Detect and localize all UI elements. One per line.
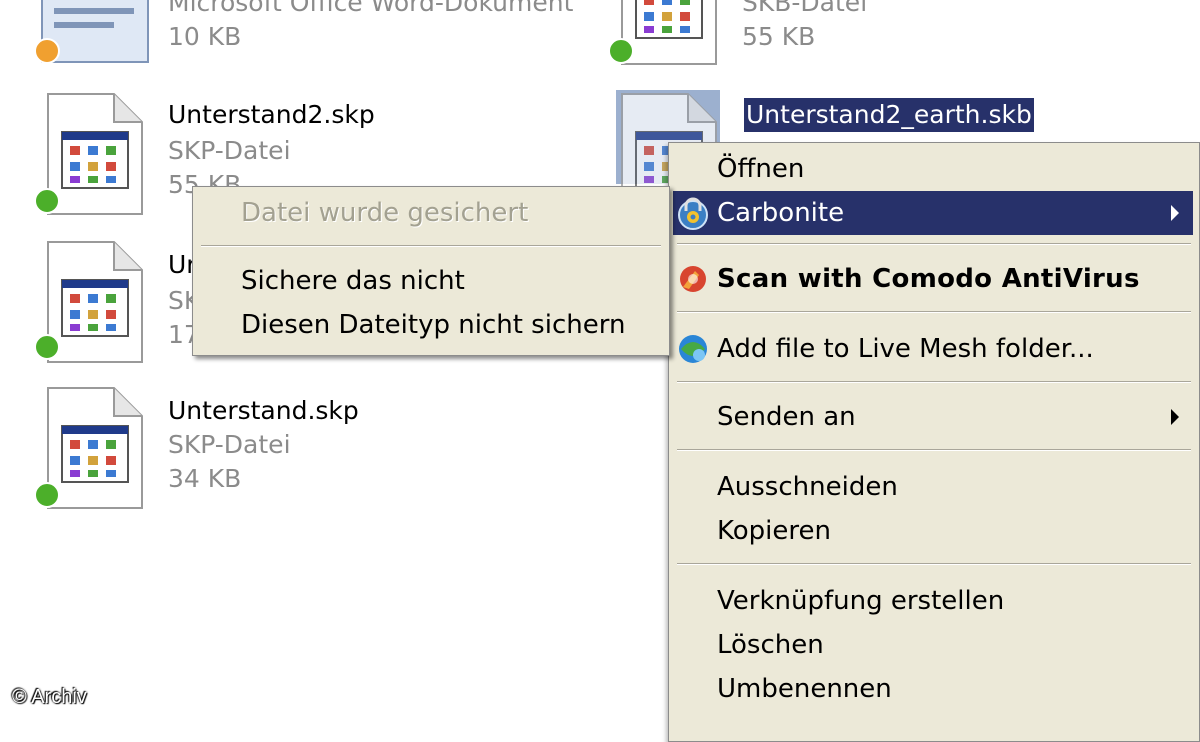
submenu-item-file-backed-up: Datei wurde gesichert bbox=[197, 191, 663, 235]
menu-separator bbox=[677, 243, 1191, 245]
menu-item-scan-comodo[interactable]: Scan with Comodo AntiVirus bbox=[673, 257, 1193, 301]
menu-item-copy[interactable]: Kopieren bbox=[673, 509, 1193, 553]
menu-separator bbox=[677, 563, 1191, 565]
menu-item-label: Carbonite bbox=[717, 198, 845, 228]
submenu-item-do-not-back-up-type[interactable]: Diesen Dateityp nicht sichern bbox=[197, 303, 663, 347]
comodo-antivirus-icon bbox=[680, 266, 706, 292]
sync-pending-icon bbox=[34, 38, 60, 64]
sync-ok-icon bbox=[34, 334, 60, 360]
file-type: Microsoft Office Word-Dokument bbox=[168, 0, 574, 17]
file-name: Unterstand2.skp bbox=[168, 100, 375, 129]
carbonite-submenu: Datei wurde gesichert Sichere das nicht … bbox=[192, 186, 670, 356]
menu-item-carbonite[interactable]: Carbonite bbox=[673, 191, 1193, 235]
file-type: SKP-Datei bbox=[168, 136, 291, 165]
menu-item-label: Verknüpfung erstellen bbox=[717, 586, 1005, 616]
menu-item-rename[interactable]: Umbenennen bbox=[673, 667, 1193, 711]
context-menu: Öffnen Carbonite Scan with Comodo AntiVi… bbox=[668, 142, 1200, 742]
menu-item-label: Umbenennen bbox=[717, 674, 892, 704]
menu-item-label: Kopieren bbox=[717, 516, 831, 546]
file-name: Unterstand.skp bbox=[168, 396, 359, 425]
menu-item-label: Senden an bbox=[717, 402, 856, 432]
sync-ok-icon bbox=[34, 188, 60, 214]
file-size: 55 KB bbox=[742, 22, 816, 51]
menu-item-label: Diesen Dateityp nicht sichern bbox=[241, 310, 626, 340]
live-mesh-icon bbox=[679, 335, 707, 363]
menu-item-open[interactable]: Öffnen bbox=[673, 147, 1193, 191]
menu-separator bbox=[201, 245, 661, 247]
carbonite-icon bbox=[678, 197, 708, 230]
menu-separator bbox=[677, 311, 1191, 313]
file-type: SKB-Datei bbox=[742, 0, 868, 17]
copyright-watermark: © Archiv bbox=[12, 686, 87, 708]
sync-ok-icon bbox=[608, 38, 634, 64]
submenu-arrow-icon bbox=[1171, 205, 1179, 221]
submenu-arrow-icon bbox=[1171, 409, 1179, 425]
menu-item-label: Löschen bbox=[717, 630, 824, 660]
menu-separator bbox=[677, 381, 1191, 383]
file-type: SKP-Datei bbox=[168, 430, 291, 459]
file-size: 10 KB bbox=[168, 22, 242, 51]
menu-item-create-shortcut[interactable]: Verknüpfung erstellen bbox=[673, 579, 1193, 623]
submenu-item-do-not-back-up[interactable]: Sichere das nicht bbox=[197, 259, 663, 303]
menu-item-live-mesh[interactable]: Add file to Live Mesh folder... bbox=[673, 327, 1193, 371]
sync-ok-icon bbox=[34, 482, 60, 508]
menu-item-delete[interactable]: Löschen bbox=[673, 623, 1193, 667]
menu-item-label: Öffnen bbox=[717, 154, 805, 184]
file-size: 34 KB bbox=[168, 464, 242, 493]
menu-item-label: Sichere das nicht bbox=[241, 266, 465, 296]
file-name: Unterstand2_earth.skb bbox=[744, 98, 1034, 132]
menu-item-label: Ausschneiden bbox=[717, 472, 898, 502]
menu-separator bbox=[677, 449, 1191, 451]
menu-item-label: Scan with Comodo AntiVirus bbox=[717, 264, 1140, 294]
menu-item-label: Add file to Live Mesh folder... bbox=[717, 334, 1094, 364]
menu-item-label: Datei wurde gesichert bbox=[241, 198, 529, 228]
menu-item-cut[interactable]: Ausschneiden bbox=[673, 465, 1193, 509]
menu-item-send-to[interactable]: Senden an bbox=[673, 395, 1193, 439]
